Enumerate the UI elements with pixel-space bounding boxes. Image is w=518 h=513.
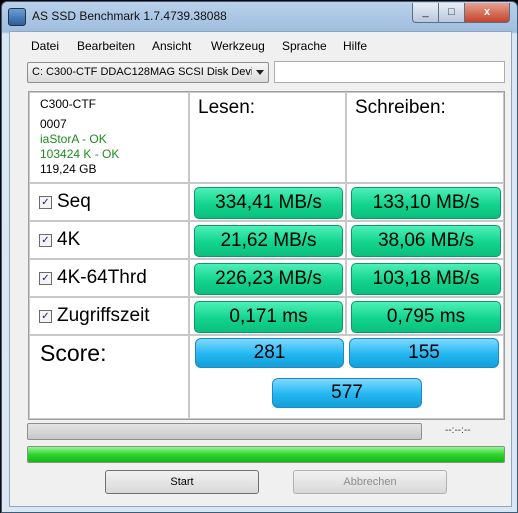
4k64-write-value: 103,18 MB/s (351, 263, 501, 295)
close-button[interactable]: x (464, 3, 510, 23)
alignment-status: 103424 K - OK (40, 147, 120, 161)
menu-werkzeug[interactable]: Werkzeug (211, 39, 265, 53)
driver-status: iaStorA - OK (40, 132, 107, 146)
4k-read-cell: 21,62 MB/s (189, 221, 346, 259)
access-write-value: 0,795 ms (351, 301, 501, 333)
score-label: Score: (40, 340, 107, 366)
menu-hilfe[interactable]: Hilfe (343, 39, 367, 53)
read-header: Lesen: (198, 97, 256, 118)
4k64-write-cell: 103,18 MB/s (346, 259, 504, 297)
seq-read-value: 334,41 MB/s (194, 187, 343, 219)
4k64-read-value: 226,23 MB/s (194, 263, 343, 295)
4k-label-cell: ✓ 4K (29, 221, 189, 259)
4k-label: 4K (57, 229, 81, 250)
4k-write-cell: 38,06 MB/s (346, 221, 504, 259)
access-label: Zugriffszeit (57, 305, 150, 326)
overall-progress-fill (28, 447, 504, 462)
chevron-down-icon[interactable] (256, 70, 264, 75)
4k64-checkbox[interactable]: ✓ (39, 272, 52, 285)
4k64-read-cell: 226,23 MB/s (189, 259, 346, 297)
client-area: Datei Bearbeiten Ansicht Werkzeug Sprach… (9, 31, 512, 507)
minimize-button[interactable]: _ (412, 3, 439, 23)
4k64-label: 4K-64Thrd (57, 267, 147, 288)
read-header-cell: Lesen: (189, 92, 346, 183)
write-header-cell: Schreiben: (346, 92, 504, 183)
access-label-cell: ✓ Zugriffszeit (29, 297, 189, 335)
access-read-cell: 0,171 ms (189, 297, 346, 335)
4k-read-value: 21,62 MB/s (194, 225, 343, 257)
seq-checkbox[interactable]: ✓ (39, 196, 52, 209)
drive-select[interactable]: C: C300-CTF DDAC128MAG SCSI Disk Devic (27, 62, 269, 83)
seq-label: Seq (57, 191, 91, 212)
menu-sprache[interactable]: Sprache (282, 39, 327, 53)
app-window: AS SSD Benchmark 1.7.4739.38088 _ □ x Da… (1, 1, 518, 513)
access-read-value: 0,171 ms (194, 301, 343, 333)
4k64-label-cell: ✓ 4K-64Thrd (29, 259, 189, 297)
menu-datei[interactable]: Datei (31, 39, 59, 53)
extra-field[interactable] (274, 61, 505, 83)
menu-bar: Datei Bearbeiten Ansicht Werkzeug Sprach… (10, 32, 511, 56)
menu-ansicht[interactable]: Ansicht (152, 39, 191, 53)
maximize-button[interactable]: □ (438, 3, 465, 23)
app-icon (8, 8, 26, 26)
seq-write-cell: 133,10 MB/s (346, 183, 504, 221)
score-read: 281 (195, 338, 344, 368)
write-header: Schreiben: (355, 97, 446, 118)
results-grid: C300-CTF 0007 iaStorA - OK 103424 K - OK… (28, 91, 505, 420)
score-values-cell: 281 155 577 (189, 335, 504, 419)
drive-size: 119,24 GB (40, 162, 97, 176)
test-progress-bar (27, 423, 422, 440)
drive-select-value: C: C300-CTF DDAC128MAG SCSI Disk Devic (32, 66, 252, 78)
seq-write-value: 133,10 MB/s (351, 187, 501, 219)
menu-bearbeiten[interactable]: Bearbeiten (77, 39, 135, 53)
score-total: 577 (272, 378, 422, 408)
window-title: AS SSD Benchmark 1.7.4739.38088 (32, 9, 227, 23)
4k-write-value: 38,06 MB/s (351, 225, 501, 257)
drive-info-panel: C300-CTF 0007 iaStorA - OK 103424 K - OK… (29, 92, 189, 183)
drive-model: C300-CTF (40, 97, 97, 111)
access-write-cell: 0,795 ms (346, 297, 504, 335)
score-label-cell: Score: (29, 335, 189, 419)
seq-label-cell: ✓ Seq (29, 183, 189, 221)
seq-read-cell: 334,41 MB/s (189, 183, 346, 221)
abort-button[interactable]: Abbrechen (293, 470, 447, 494)
overall-progress-bar (27, 446, 505, 463)
elapsed-time: --:--:-- (445, 425, 471, 436)
start-button[interactable]: Start (105, 470, 259, 494)
access-checkbox[interactable]: ✓ (39, 310, 52, 323)
drive-firmware: 0007 (40, 117, 67, 131)
title-bar[interactable]: AS SSD Benchmark 1.7.4739.38088 _ □ x (2, 2, 517, 30)
score-write: 155 (349, 338, 499, 368)
4k-checkbox[interactable]: ✓ (39, 234, 52, 247)
